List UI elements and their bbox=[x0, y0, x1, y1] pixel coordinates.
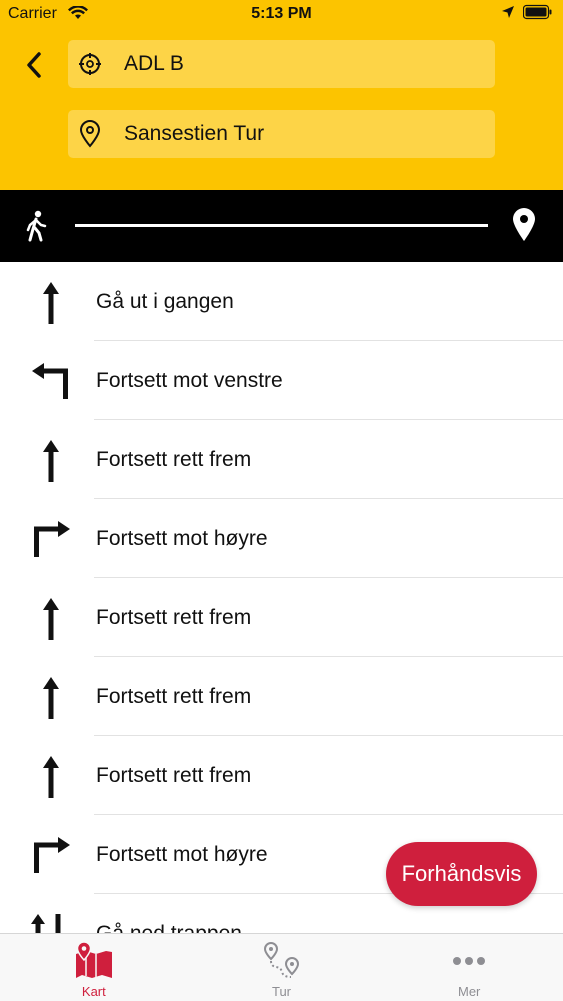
direction-step-4[interactable]: Fortsett mot høyre bbox=[0, 499, 563, 578]
step-label: Fortsett rett frem bbox=[96, 605, 252, 629]
step-label: Fortsett mot høyre bbox=[96, 842, 268, 866]
from-field[interactable]: ADL B bbox=[68, 40, 495, 88]
tab-kart[interactable]: Kart bbox=[0, 934, 188, 1001]
route-icon bbox=[263, 942, 299, 978]
from-field-value: ADL B bbox=[124, 52, 184, 75]
status-bar: Carrier 5:13 PM bbox=[0, 0, 563, 30]
tab-mer-label: Mer bbox=[457, 984, 481, 999]
tab-tur[interactable]: Tur bbox=[188, 934, 376, 1001]
direction-step-1[interactable]: Gå ut i gangen bbox=[0, 262, 563, 341]
back-button[interactable] bbox=[20, 48, 48, 82]
map-icon bbox=[75, 942, 112, 978]
directions-list: Gå ut i gangen Fortsett mot venstre Fort… bbox=[0, 262, 563, 934]
arrow-up-icon bbox=[43, 598, 59, 640]
step-label: Fortsett rett frem bbox=[96, 684, 252, 708]
step-label: Fortsett mot høyre bbox=[96, 526, 268, 550]
direction-step-2[interactable]: Fortsett mot venstre bbox=[0, 341, 563, 420]
arrow-up-icon bbox=[43, 677, 59, 719]
arrow-up-icon bbox=[43, 440, 59, 482]
preview-button[interactable]: Forhåndsvis bbox=[386, 842, 537, 906]
to-field[interactable]: Sansestien Tur bbox=[68, 110, 495, 158]
step-label: Fortsett mot venstre bbox=[96, 368, 283, 392]
tab-kart-label: Kart bbox=[81, 984, 106, 999]
route-progress-bar bbox=[0, 190, 563, 262]
direction-step-7[interactable]: Fortsett rett frem bbox=[0, 736, 563, 815]
arrow-up-icon bbox=[43, 282, 59, 324]
location-arrow-icon bbox=[502, 6, 514, 18]
step-label: Gå ut i gangen bbox=[96, 289, 234, 313]
step-label: Fortsett rett frem bbox=[96, 763, 252, 787]
header: Carrier 5:13 PM ADL B Sansestien Tur bbox=[0, 0, 563, 190]
step-label: Fortsett rett frem bbox=[96, 447, 252, 471]
tab-bar: Kart Tur Mer bbox=[0, 933, 563, 1001]
route-line bbox=[75, 224, 488, 227]
status-time: 5:13 PM bbox=[251, 5, 312, 22]
tab-tur-label: Tur bbox=[271, 984, 292, 999]
location-pin-icon bbox=[68, 120, 112, 148]
direction-step-3[interactable]: Fortsett rett frem bbox=[0, 420, 563, 499]
walking-person-icon bbox=[26, 210, 47, 242]
to-field-value: Sansestien Tur bbox=[124, 122, 265, 145]
arrow-up-icon bbox=[43, 756, 59, 798]
direction-step-6[interactable]: Fortsett rett frem bbox=[0, 657, 563, 736]
direction-step-5[interactable]: Fortsett rett frem bbox=[0, 578, 563, 657]
destination-pin-icon bbox=[513, 208, 535, 241]
crosshair-icon bbox=[68, 52, 112, 76]
turn-left-icon bbox=[32, 363, 68, 399]
turn-right-icon bbox=[34, 837, 70, 873]
status-right bbox=[501, 4, 553, 20]
more-dots-icon bbox=[453, 957, 486, 965]
tab-mer[interactable]: Mer bbox=[375, 934, 563, 1001]
step-label: Gå ned trappen bbox=[96, 921, 242, 935]
turn-right-icon bbox=[34, 521, 70, 557]
stairs-down-icon bbox=[31, 914, 61, 934]
chevron-left-icon bbox=[27, 52, 41, 78]
battery-icon bbox=[523, 4, 552, 20]
